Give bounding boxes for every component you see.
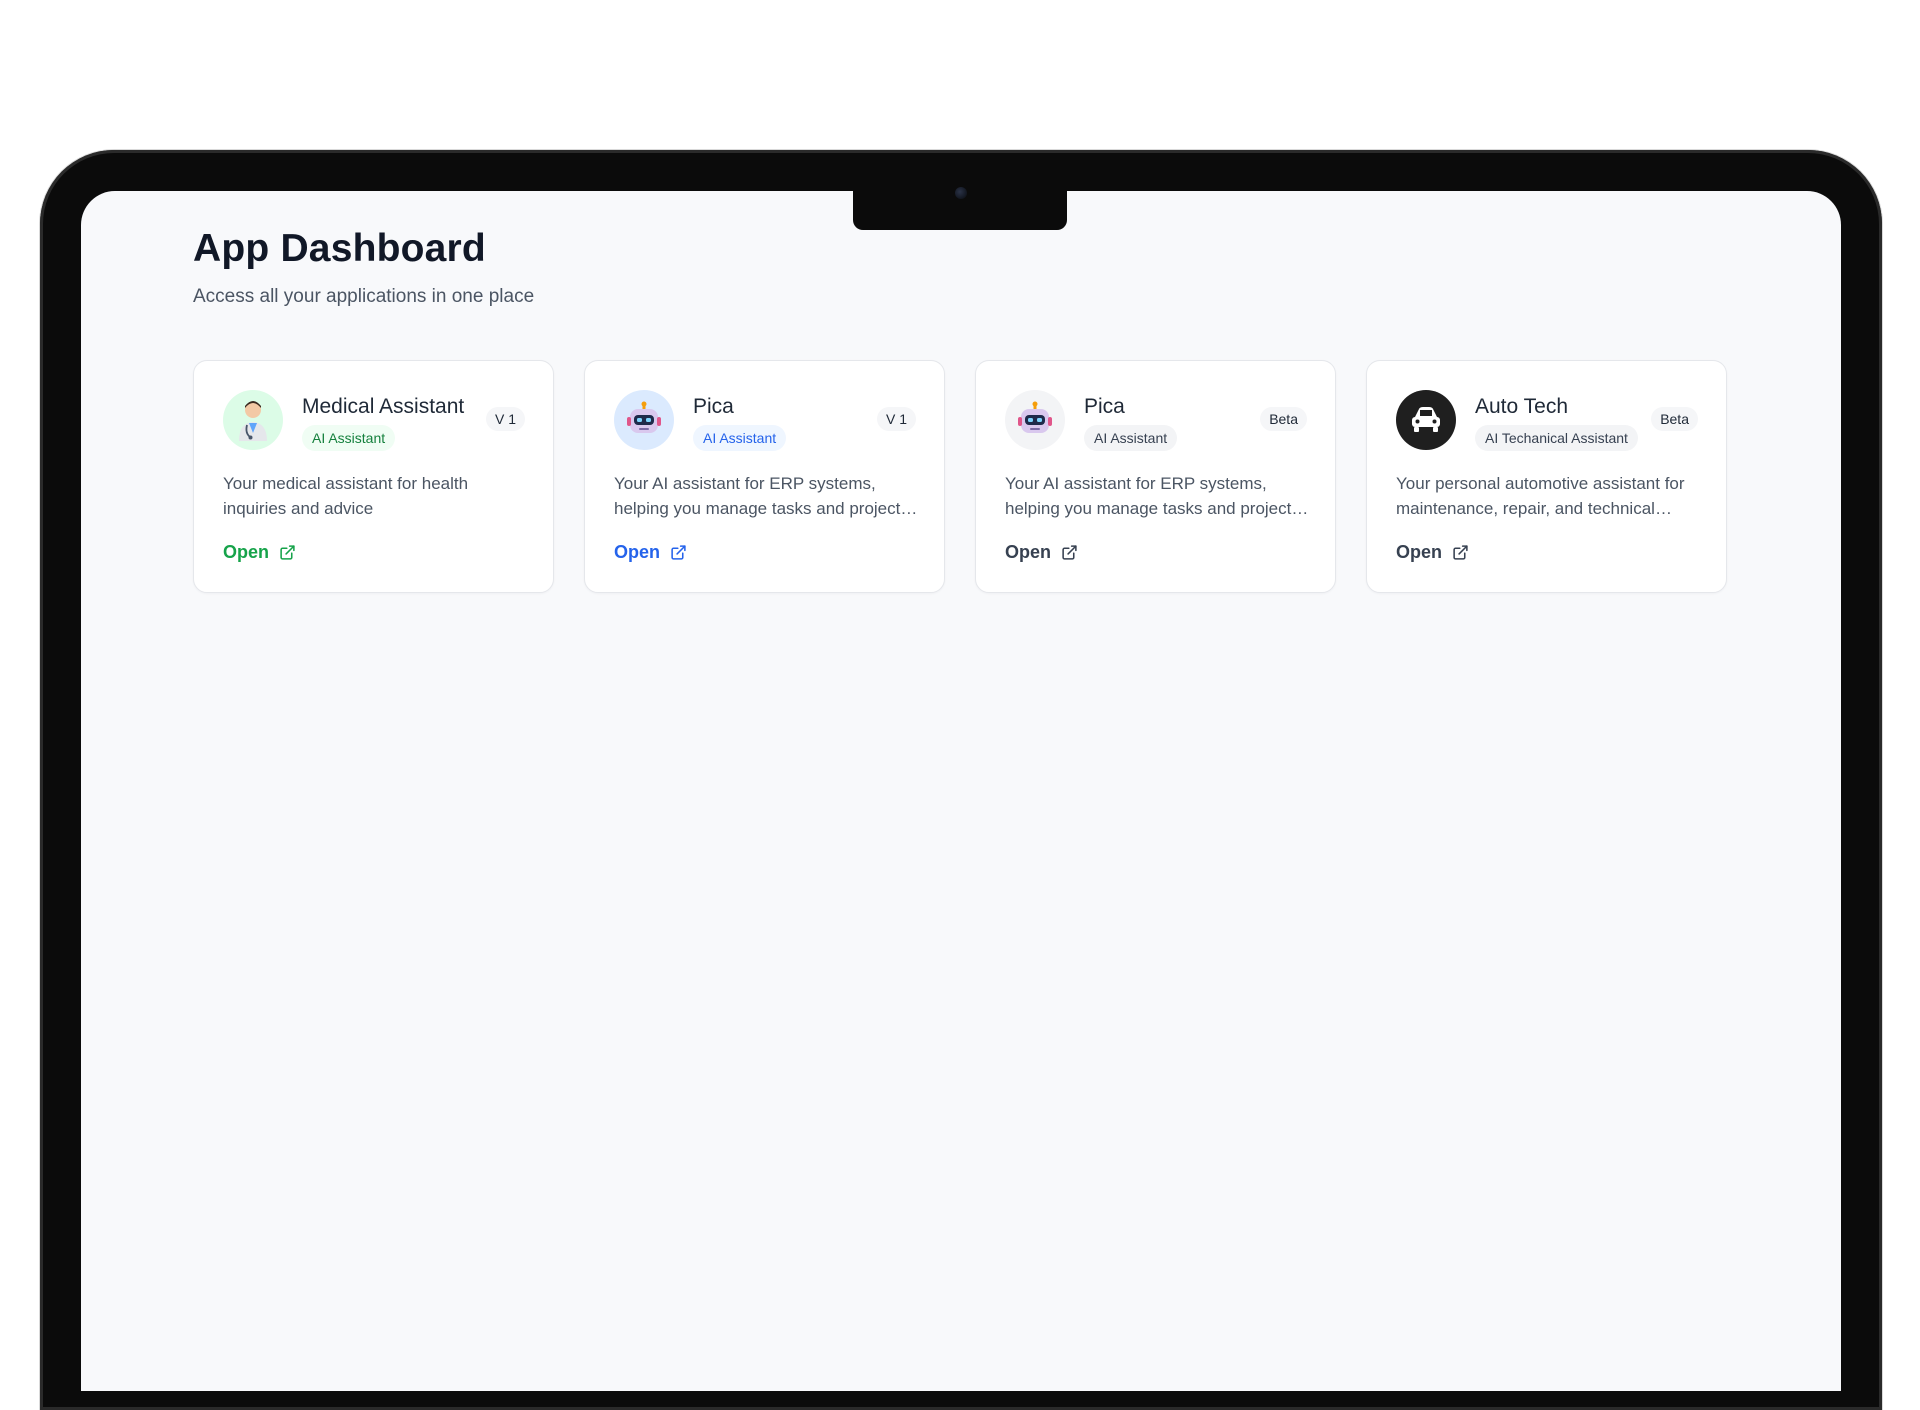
- app-name: Pica: [693, 395, 734, 418]
- app-card-grid: Medical Assistant AI Assistant V 1 Your …: [193, 360, 1727, 593]
- app-name: Auto Tech: [1475, 395, 1569, 418]
- open-link-label: Open: [223, 542, 270, 562]
- screen: App Dashboard Access all your applicatio…: [81, 191, 1841, 1391]
- app-card-auto-tech: Auto Tech AI Techanical Assistant Beta Y…: [1366, 360, 1727, 593]
- app-category-tag: AI Assistant: [693, 425, 787, 451]
- app-card-medical-assistant: Medical Assistant AI Assistant V 1 Your …: [193, 360, 554, 593]
- robot-icon: [614, 390, 674, 450]
- external-link-icon: [1453, 545, 1468, 560]
- doctor-icon: [223, 390, 283, 450]
- external-link-icon: [671, 545, 686, 560]
- open-auto-tech-link[interactable]: Open: [1396, 542, 1469, 563]
- open-link-label: Open: [1396, 542, 1443, 562]
- version-badge: V 1: [485, 407, 525, 431]
- version-badge: Beta: [1260, 407, 1307, 431]
- car-icon: [1396, 390, 1456, 450]
- app-description: Your personal automotive assistant for m…: [1396, 474, 1685, 518]
- open-pica-beta-link[interactable]: Open: [1005, 542, 1078, 563]
- app-category-tag: AI Techanical Assistant: [1475, 425, 1638, 451]
- open-pica-v1-link[interactable]: Open: [614, 542, 687, 563]
- version-badge: V 1: [876, 407, 916, 431]
- app-name: Medical Assistant: [302, 395, 465, 418]
- app-category-tag: AI Assistant: [1084, 425, 1178, 451]
- camera-icon: [955, 187, 967, 199]
- app-description: Your AI assistant for ERP systems, helpi…: [1005, 474, 1300, 518]
- robot-icon: [1005, 390, 1065, 450]
- open-link-label: Open: [1005, 542, 1052, 562]
- page-subtitle: Access all your applications in one plac…: [193, 286, 535, 307]
- app-category-tag: AI Assistant: [302, 425, 396, 451]
- external-link-icon: [1062, 545, 1077, 560]
- open-medical-assistant-link[interactable]: Open: [223, 542, 296, 563]
- app-description: Your medical assistant for health inquir…: [223, 474, 469, 518]
- page-title: App Dashboard: [193, 227, 486, 270]
- app-card-pica-v1: Pica AI Assistant V 1 Your AI assistant …: [584, 360, 945, 593]
- version-badge: Beta: [1651, 407, 1698, 431]
- app-name: Pica: [1084, 395, 1125, 418]
- external-link-icon: [280, 545, 295, 560]
- app-card-pica-beta: Pica AI Assistant Beta Your AI assistant…: [975, 360, 1336, 593]
- open-link-label: Open: [614, 542, 661, 562]
- app-description: Your AI assistant for ERP systems, helpi…: [614, 474, 909, 518]
